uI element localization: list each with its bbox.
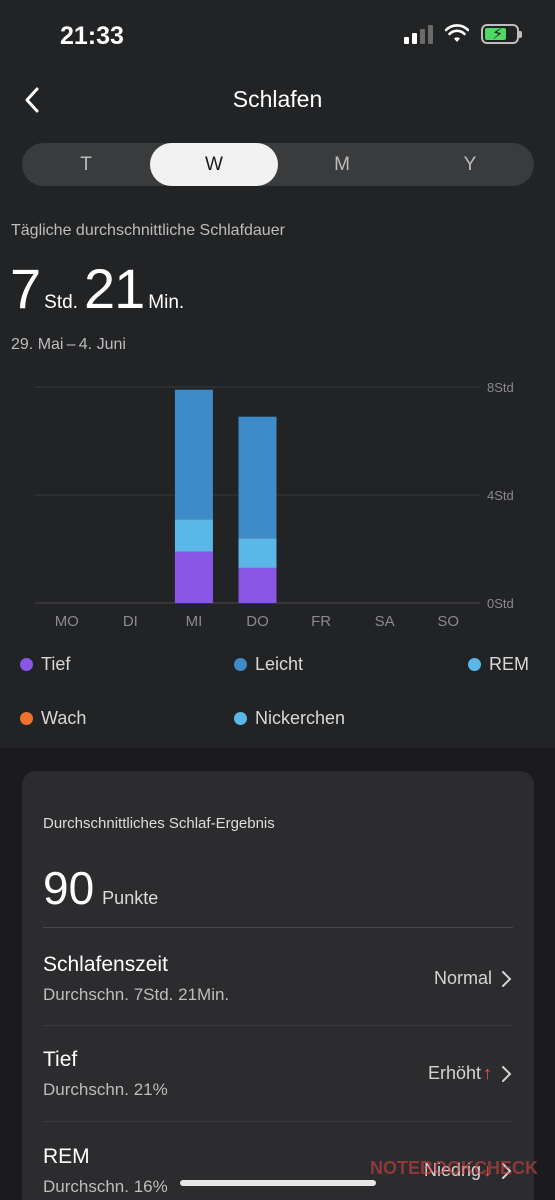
row-title: Schlafenszeit [43, 953, 168, 976]
sleep-bar-chart: 0Std 4Std 8Std MO DI MI DO FR SA SO [35, 380, 514, 630]
legend-dot-leicht [234, 658, 247, 671]
legend-item-wach: Wach [20, 708, 86, 729]
bar-segment-rem-mi[interactable] [174, 519, 213, 552]
row-tief[interactable]: Tief Durchschn. 21% Erhöht ↑ [22, 1048, 534, 1140]
legend-item-nickerchen: Nickerchen [234, 708, 345, 729]
legend-item-leicht: Leicht [234, 654, 303, 675]
page-title: Schlafen [232, 86, 323, 112]
row-subtitle: Durchschn. 7Std. 21Min. [43, 985, 230, 1004]
wifi-icon [445, 24, 469, 42]
sleep-score-card: Durchschnittliches Schlaf-Ergebnis 90 Pu… [22, 771, 534, 1200]
x-tick-label: SA [375, 613, 395, 630]
bar-segment-tief-do[interactable] [238, 567, 277, 603]
arrow-up-icon: ↑ [483, 1063, 492, 1083]
chevron-right-icon [502, 970, 512, 987]
minutes-value: 21 [83, 257, 145, 320]
score-card-title: Durchschnittliches Schlaf-Ergebnis [43, 815, 275, 832]
cellular-signal-icon [404, 24, 433, 44]
bar-segment-leicht-mi[interactable] [174, 389, 213, 520]
average-duration-value: 7 Std. 21 Min. [10, 256, 190, 321]
row-status: Normal [434, 968, 512, 989]
legend-dot-tief [20, 658, 33, 671]
segment-month[interactable]: M [278, 143, 406, 186]
minutes-unit: Min. [148, 292, 185, 313]
score-unit: Punkte [102, 888, 159, 908]
x-tick-label: FR [311, 613, 331, 630]
x-tick-label: DI [123, 613, 138, 630]
battery-charging-icon: ⚡ [481, 24, 522, 44]
row-separator [43, 1025, 513, 1026]
legend-dot-rem [468, 658, 481, 671]
x-tick-label: MI [186, 613, 203, 630]
status-icons: ⚡ [404, 24, 522, 44]
row-status: Erhöht ↑ [428, 1063, 512, 1084]
hours-unit: Std. [44, 292, 78, 313]
chart-legend: Tief Leicht REM Wach Nickerchen [0, 650, 555, 740]
y-tick-label: 4Std [487, 488, 514, 503]
segment-day[interactable]: T [22, 143, 150, 186]
x-tick-label: MO [55, 613, 79, 630]
row-subtitle: Durchschn. 16% [43, 1177, 168, 1196]
segment-year[interactable]: Y [406, 143, 534, 186]
legend-item-rem: REM [468, 654, 529, 675]
chevron-right-icon [502, 1065, 512, 1082]
bar-segment-leicht-do[interactable] [238, 416, 277, 539]
watermark: NOTEBOOKCHECK [370, 1158, 539, 1178]
score-value: 90 [43, 862, 95, 914]
bar-segment-tief-mi[interactable] [174, 551, 213, 603]
x-tick-label: SO [437, 613, 459, 630]
x-tick-label: DO [246, 613, 269, 630]
navigation-bar: Schlafen [0, 78, 555, 122]
row-title: REM [43, 1145, 90, 1168]
row-subtitle: Durchschn. 21% [43, 1080, 168, 1099]
average-duration-label: Tägliche durchschnittliche Schlafdauer [11, 222, 285, 239]
bar-segment-rem-do[interactable] [238, 538, 277, 568]
period-segmented-control: T W M Y [22, 143, 534, 186]
legend-dot-wach [20, 712, 33, 725]
score-panel: Durchschnittliches Schlaf-Ergebnis 90 Pu… [0, 748, 555, 1200]
divider [43, 927, 513, 928]
date-range: 29. Mai – 4. Juni [11, 336, 126, 353]
row-title: Tief [43, 1048, 78, 1071]
home-indicator [180, 1180, 376, 1186]
y-tick-label: 0Std [487, 596, 514, 611]
row-schlafenszeit[interactable]: Schlafenszeit Durchschn. 7Std. 21Min. No… [22, 953, 534, 1045]
status-bar: 21:33 ⚡ [0, 0, 555, 70]
sleep-score: 90 Punkte [43, 861, 158, 915]
segment-week[interactable]: W [150, 143, 278, 186]
legend-item-tief: Tief [20, 654, 70, 675]
status-time: 21:33 [60, 22, 124, 50]
legend-dot-nickerchen [234, 712, 247, 725]
row-separator [43, 1121, 513, 1122]
hours-value: 7 [10, 257, 41, 320]
y-tick-label: 8Std [487, 380, 514, 395]
